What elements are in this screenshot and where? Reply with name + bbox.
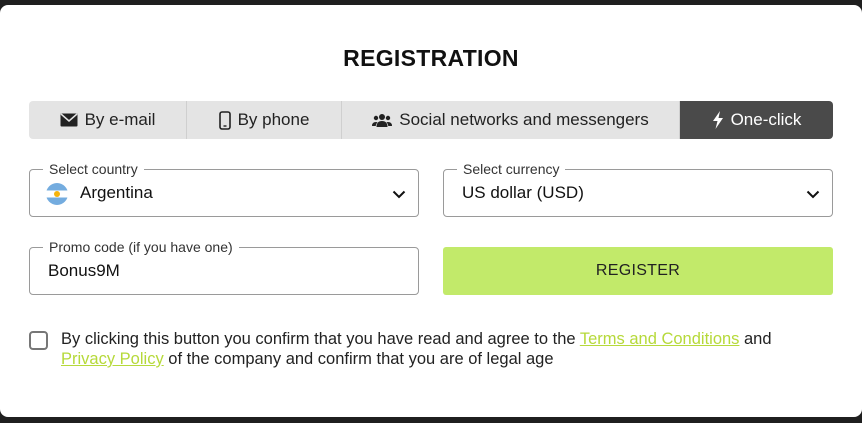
tab-by-email[interactable]: By e-mail [29,101,187,139]
agreement-text-part: By clicking this button you confirm that… [61,330,580,348]
tab-label: One-click [730,110,802,129]
argentina-flag-icon [46,183,68,205]
tab-one-click[interactable]: One-click [680,101,833,139]
country-value: Argentina [80,183,153,202]
lightning-icon [712,111,724,129]
tab-by-phone[interactable]: By phone [187,101,342,139]
country-label: Select country [43,161,144,177]
agreement-text-part: of the company and confirm that you are … [163,350,554,368]
tab-social-networks[interactable]: Social networks and messengers [342,101,680,139]
registration-modal: REGISTRATION By e-mail By phone Social n… [0,5,862,417]
promo-code-value[interactable]: Bonus9M [48,261,120,281]
tab-label: By phone [237,110,310,129]
country-select[interactable]: Select country Argentina [29,161,419,217]
agreement-checkbox[interactable] [29,331,48,350]
currency-value: US dollar (USD) [462,183,584,202]
users-icon [372,113,393,128]
currency-label: Select currency [457,161,566,177]
registration-tabs: By e-mail By phone Social networks and m… [29,101,833,139]
phone-icon [218,110,231,130]
chevron-down-icon [806,186,820,204]
envelope-icon [60,113,78,127]
agreement-text-part: and [739,330,772,348]
privacy-policy-link[interactable]: Privacy Policy [61,350,164,368]
register-button[interactable]: REGISTER [443,247,833,295]
promo-code-field[interactable]: Promo code (if you have one) Bonus9M [29,239,419,295]
modal-title: REGISTRATION [343,45,519,71]
tab-label: Social networks and messengers [399,110,649,129]
promo-code-label: Promo code (if you have one) [43,239,239,255]
currency-select[interactable]: Select currency US dollar (USD) [443,161,833,217]
agreement-text: By clicking this button you confirm that… [61,329,821,369]
tab-label: By e-mail [84,110,156,129]
chevron-down-icon [392,186,406,204]
terms-link[interactable]: Terms and Conditions [580,330,740,348]
